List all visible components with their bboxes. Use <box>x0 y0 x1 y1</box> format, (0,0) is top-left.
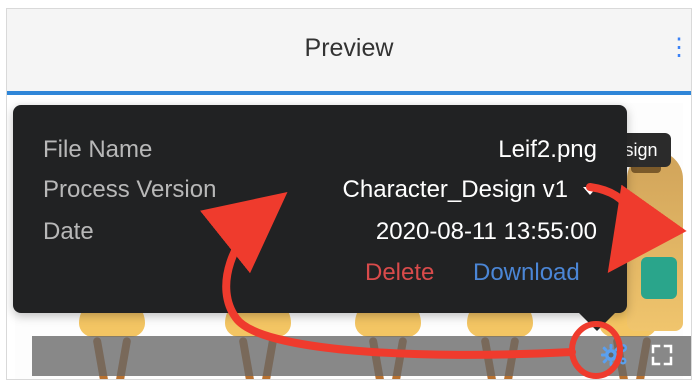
file-name-value: Leif2.png <box>498 136 597 163</box>
download-button[interactable]: Download <box>473 258 580 288</box>
delete-button[interactable]: Delete <box>365 258 434 288</box>
file-details-popover: File Name Leif2.png Process Version Char… <box>13 105 627 331</box>
date-label: Date <box>43 218 94 245</box>
menu-button[interactable]: ⋮ <box>667 33 691 63</box>
page-title: Preview <box>304 34 394 62</box>
chevron-down-icon <box>583 187 597 195</box>
preview-window: Preview ⋮ sign File Name Leif2.png Proce… <box>6 8 692 380</box>
side-character-figure <box>627 137 683 331</box>
fullscreen-icon <box>651 344 673 366</box>
settings-button[interactable] <box>598 338 632 372</box>
gear-icon <box>601 344 627 366</box>
file-name-label: File Name <box>43 136 153 163</box>
fullscreen-button[interactable] <box>645 338 679 372</box>
image-toolbar <box>32 336 691 376</box>
date-value: 2020-08-11 13:55:00 <box>375 218 597 245</box>
process-version-label: Process Version <box>43 176 217 203</box>
preview-header: Preview ⋮ <box>7 9 691 92</box>
process-version-select[interactable]: Character_Design v1 <box>343 175 597 205</box>
process-version-value: Character_Design v1 <box>342 176 568 203</box>
